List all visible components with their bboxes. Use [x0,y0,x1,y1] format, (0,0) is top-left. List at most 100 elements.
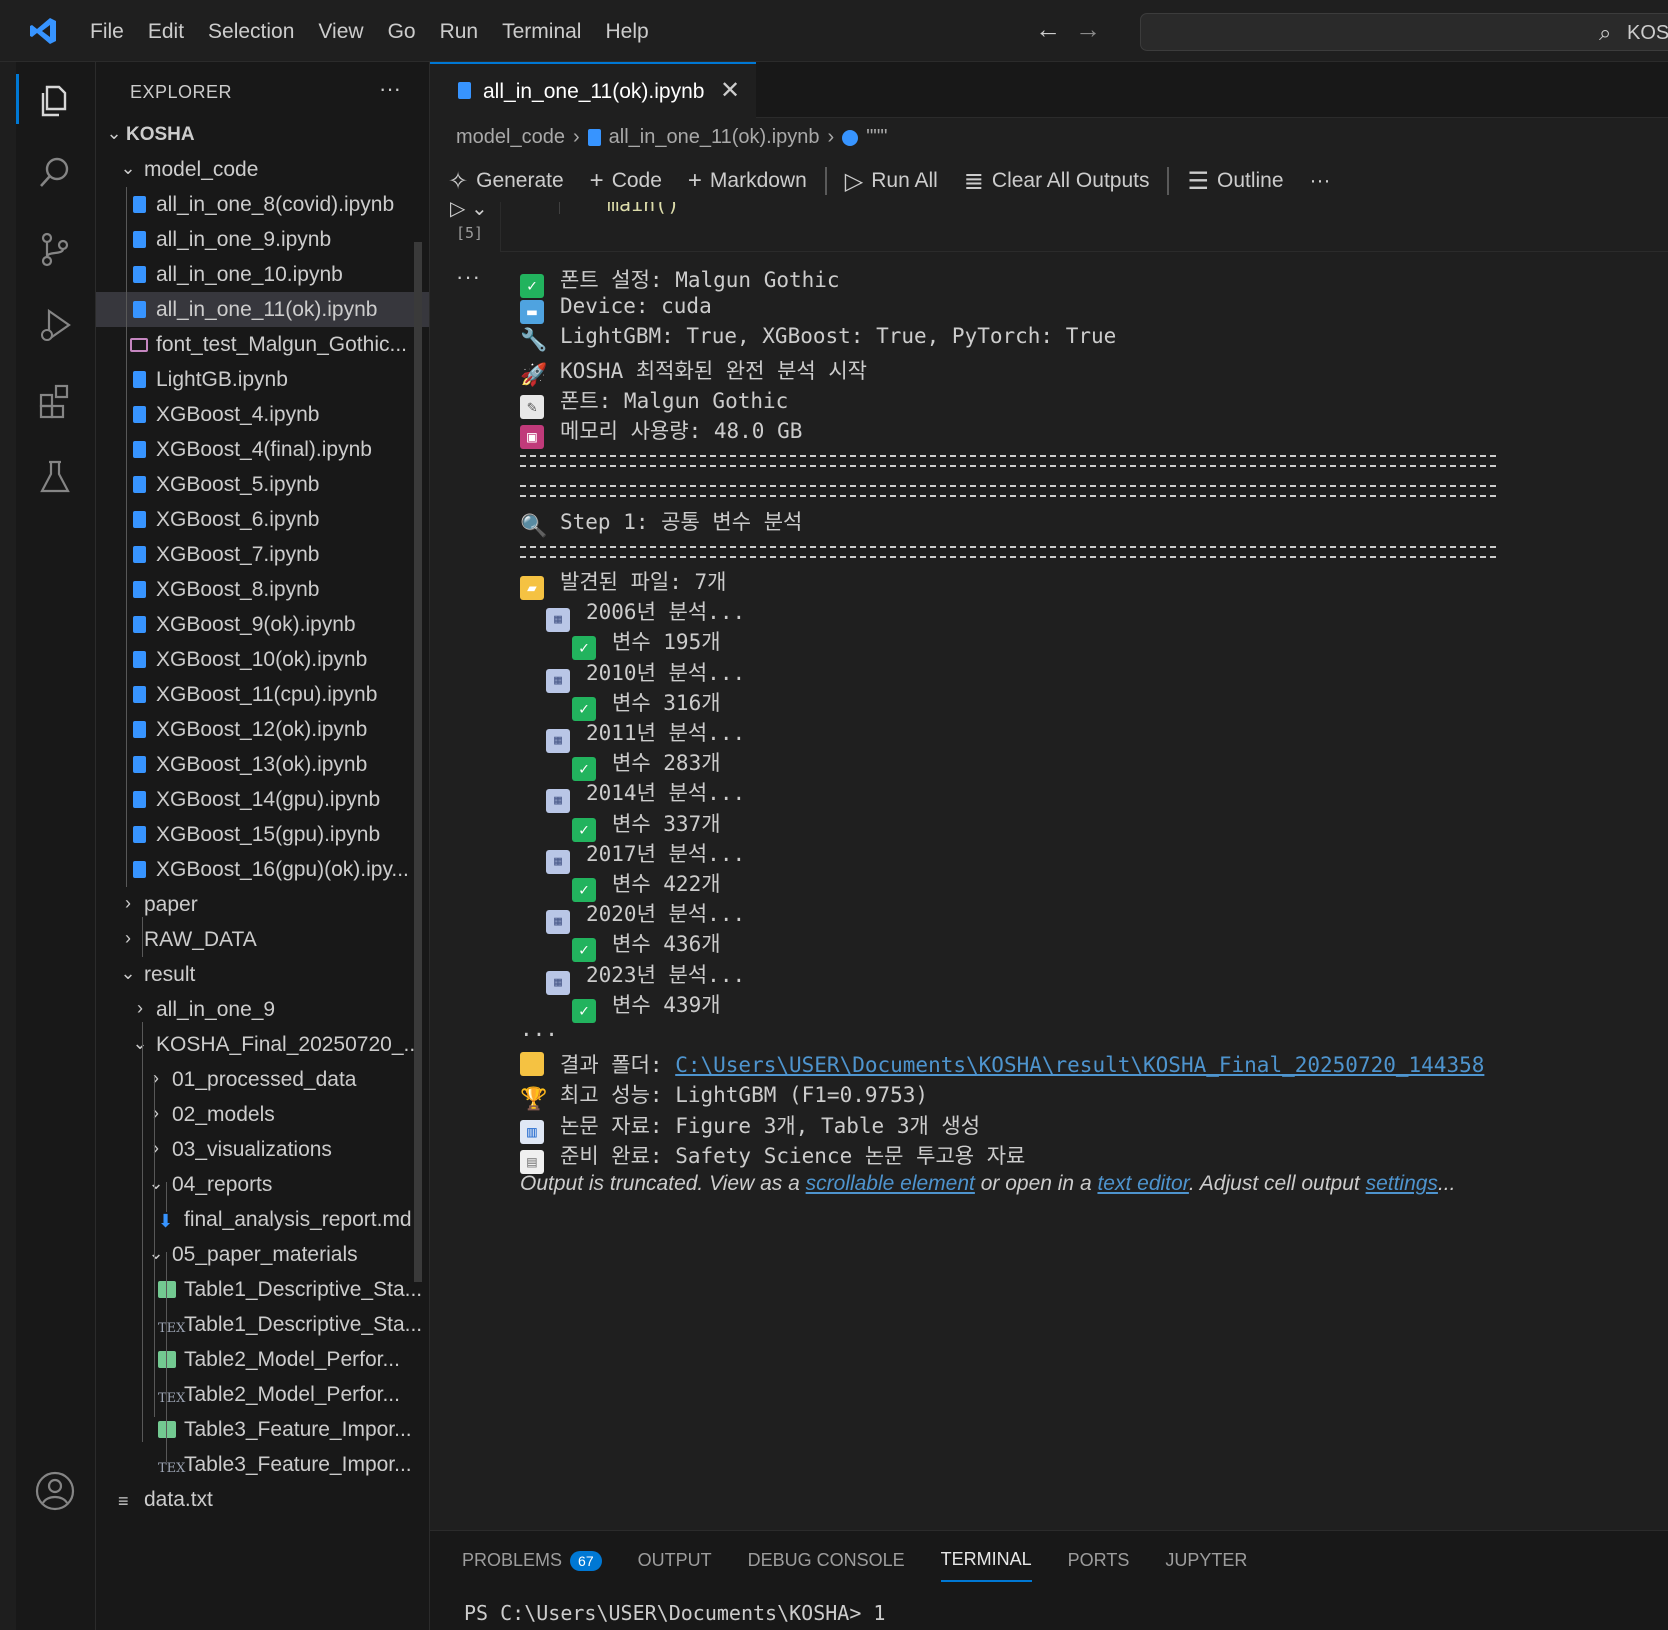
menu-view[interactable]: View [306,14,375,48]
tree-file[interactable]: XGBoost_12(ok).ipynb [96,712,429,747]
chevron-right-icon: › [153,1103,159,1123]
tree-file[interactable]: font_test_Malgun_Gothic... [96,327,429,362]
explorer-more-actions-icon[interactable]: ··· [379,76,401,102]
tree-file[interactable]: ⬇ final_analysis_report.md [96,1202,429,1237]
panel-tab-terminal[interactable]: TERMINAL [940,1549,1032,1582]
notebook-file-icon [130,474,150,494]
tree-file[interactable]: Table2_Model_Perfor... [96,1342,429,1377]
breadcrumb-symbol[interactable]: """ [866,126,887,149]
tree-folder[interactable]: › 02_models [96,1097,429,1132]
add-code-button[interactable]: + Code [590,167,662,195]
menu-go[interactable]: Go [376,14,428,48]
menu-selection[interactable]: Selection [196,14,306,48]
tree-folder[interactable]: › RAW_DATA [96,922,429,957]
tree-file[interactable]: all_in_one_9.ipynb [96,222,429,257]
text-editor-link[interactable]: text editor [1097,1172,1188,1195]
tree-file[interactable]: XGBoost_5.ipynb [96,467,429,502]
tree-file[interactable]: XGBoost_4(final).ipynb [96,432,429,467]
source-control-icon[interactable] [30,224,80,274]
run-cell-icon[interactable]: ▷ ⌄ [450,202,488,221]
explorer-files-icon[interactable] [16,74,80,124]
menu-terminal[interactable]: Terminal [490,14,593,48]
outline-button[interactable]: ☰ Outline [1187,167,1283,196]
sidebar-scrollbar[interactable] [414,242,422,1282]
result-path-link[interactable]: C:\Users\USER\Documents\KOSHA\result\KOS… [675,1053,1484,1077]
tree-folder[interactable]: ⌄ KOSHA_Final_20250720_... [96,1027,429,1062]
tree-folder[interactable]: ⌄ result [96,957,429,992]
menu-file[interactable]: File [78,14,136,48]
tree-file[interactable]: XGBoost_11(cpu).ipynb [96,677,429,712]
tex-file-icon: TEX [158,1321,186,1336]
tree-file[interactable]: Table3_Feature_Impor... [96,1412,429,1447]
panel-tab-jupyter[interactable]: JUPYTER [1165,1549,1247,1582]
tree-file[interactable]: XGBoost_16(gpu)(ok).ipy... [96,852,429,887]
forward-arrow-icon[interactable]: → [1075,14,1101,45]
tree-file[interactable]: TEX Table3_Feature_Impor... [96,1447,429,1482]
add-markdown-button[interactable]: + Markdown [688,167,807,195]
tree-file[interactable]: XGBoost_7.ipynb [96,537,429,572]
tree-file[interactable]: all_in_one_8(covid).ipynb [96,187,429,222]
generate-button[interactable]: ✧ Generate [448,167,564,196]
scrollable-element-link[interactable]: scrollable element [806,1172,975,1195]
navigation-arrows: ← → [1035,14,1101,45]
more-actions-button[interactable]: ··· [1310,169,1331,193]
tree-file[interactable]: XGBoost_6.ipynb [96,502,429,537]
tree-file[interactable]: XGBoost_10(ok).ipynb [96,642,429,677]
page-icon: ▤ [520,1149,544,1174]
testing-flask-icon[interactable] [30,452,80,502]
clear-all-outputs-button[interactable]: ≣ Clear All Outputs [964,167,1150,196]
tree-file[interactable]: XGBoost_9(ok).ipynb [96,607,429,642]
tree-folder[interactable]: ⌄ model_code [96,152,429,187]
panel-tab-debug-console[interactable]: DEBUG CONSOLE [748,1549,905,1582]
run-and-debug-icon[interactable] [30,300,80,350]
tree-folder[interactable]: › 03_visualizations [96,1132,429,1167]
panel-tab-problems[interactable]: PROBLEMS 67 [462,1549,602,1582]
menu-help[interactable]: Help [593,14,660,48]
tree-folder[interactable]: › 01_processed_data [96,1062,429,1097]
workspace-root[interactable]: ⌄ KOSHA [96,117,429,152]
breadcrumb-folder[interactable]: model_code [456,126,565,149]
tree-file[interactable]: TEX Table2_Model_Perfor... [96,1377,429,1412]
tree-file[interactable]: XGBoost_13(ok).ipynb [96,747,429,782]
tree-file[interactable]: all_in_one_11(ok).ipynb [96,292,429,327]
breadcrumb-file[interactable]: all_in_one_11(ok).ipynb [609,126,820,149]
search-activity-icon[interactable] [30,148,80,198]
tab-all-in-one-11[interactable]: all_in_one_11(ok).ipynb ✕ [430,62,756,118]
panel-tab-output[interactable]: OUTPUT [638,1549,712,1582]
output-menu-icon[interactable]: ··· [456,264,481,290]
title-bar: File Edit Selection View Go Run Terminal Help ←… [0,0,1668,62]
tree-folder[interactable]: ⌄ 04_reports [96,1167,429,1202]
command-center-search[interactable]: ⌕ KOS [1140,13,1668,51]
tree-file[interactable]: XGBoost_15(gpu).ipynb [96,817,429,852]
generate-label: Generate [476,169,564,192]
panel-tab-ports[interactable]: PORTS [1068,1549,1130,1582]
tree-folder[interactable]: ⌄ 05_paper_materials [96,1237,429,1272]
code-cell[interactable]: main() [500,202,1668,252]
settings-link[interactable]: settings [1366,1172,1438,1195]
run-all-button[interactable]: ▷ Run All [845,167,938,196]
tree-file[interactable]: all_in_one_10.ipynb [96,257,429,292]
extensions-icon[interactable] [30,376,80,426]
tree-file[interactable]: XGBoost_14(gpu).ipynb [96,782,429,817]
tree-folder[interactable]: › paper [96,887,429,922]
tree-file[interactable]: LightGB.ipynb [96,362,429,397]
tree-folder[interactable]: › all_in_one_9 [96,992,429,1027]
menu-edit[interactable]: Edit [136,14,196,48]
tree-file[interactable]: XGBoost_4.ipynb [96,397,429,432]
back-arrow-icon[interactable]: ← [1035,14,1061,45]
trunc-text: ... [1437,1172,1456,1195]
menu-run[interactable]: Run [428,14,491,48]
tree-file[interactable]: ≡ data.txt [96,1482,429,1517]
tree-file[interactable]: XGBoost_8.ipynb [96,572,429,607]
terminal-line[interactable]: PS C:\Users\USER\Documents\KOSHA> 1 [464,1601,885,1625]
wrench-icon: 🔧 [520,328,548,354]
tree-file[interactable]: TEX Table1_Descriptive_Sta... [96,1307,429,1342]
tree-file[interactable]: Table1_Descriptive_Sta... [96,1272,429,1307]
account-icon[interactable] [30,1466,80,1516]
toolbar-divider [1167,167,1170,195]
tree-item-label: model_code [144,158,259,181]
close-icon[interactable]: ✕ [720,76,740,105]
best-model-line: 🏆 최고 성능: LightGBM (F1=0.9753) [520,1079,928,1112]
run-all-label: Run All [871,169,938,192]
output-text: 2010년 분석... [586,660,746,685]
